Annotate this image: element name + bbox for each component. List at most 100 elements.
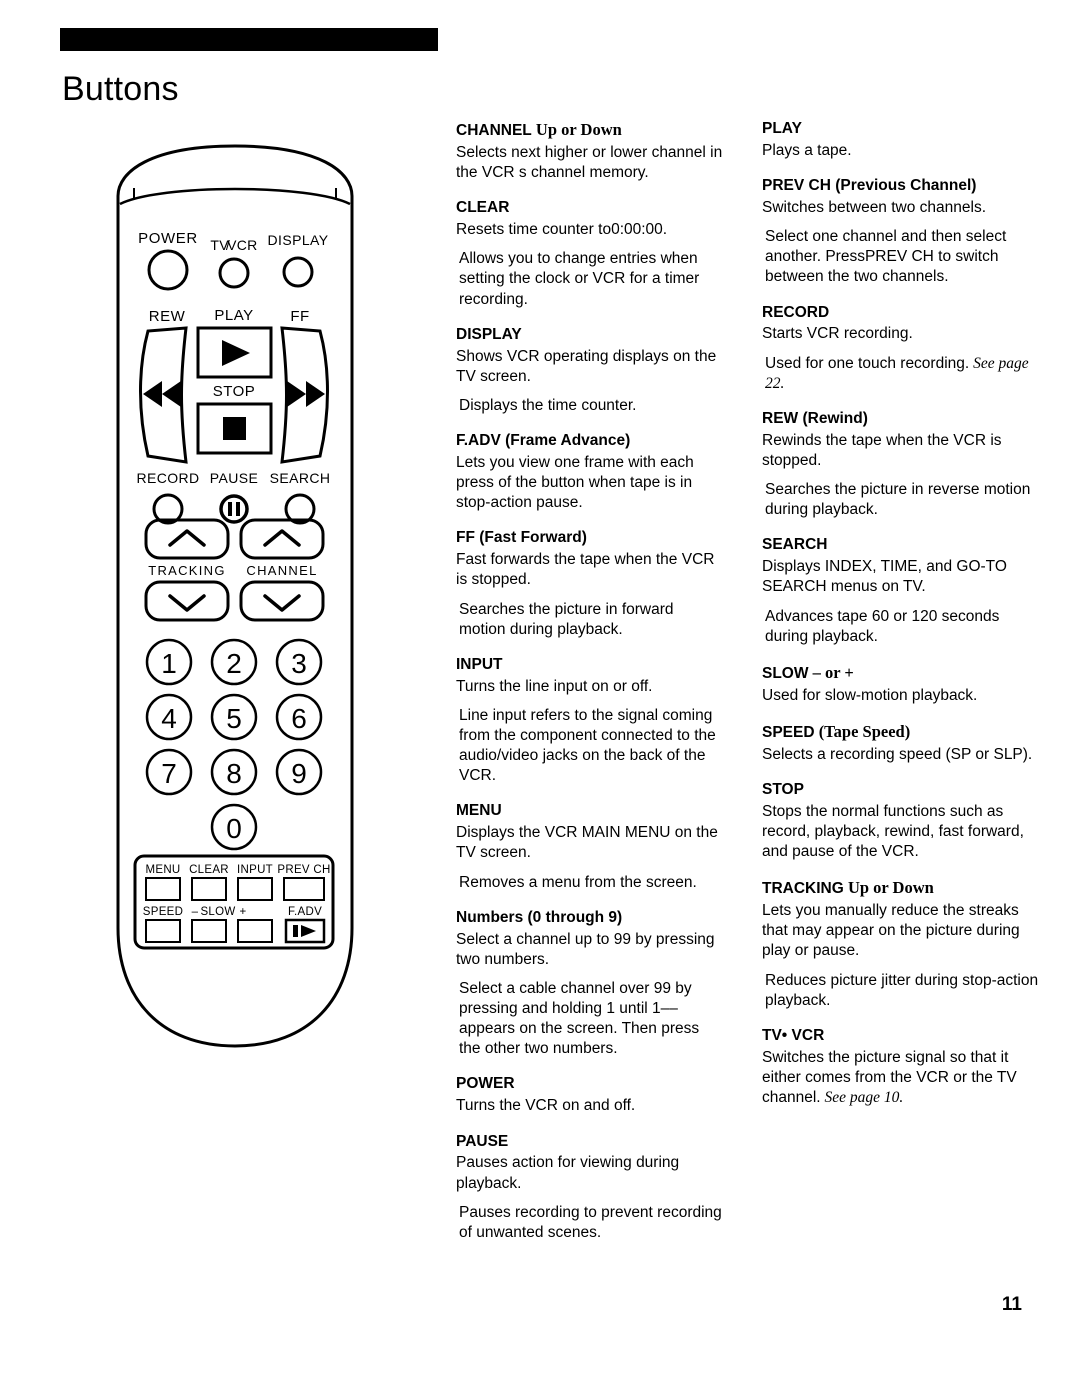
page-title: Buttons [62, 70, 179, 108]
chevron-down-icon-2 [263, 594, 301, 612]
heading-bold-part: TRACKING [762, 880, 844, 898]
button-description-heading: FF (Fast Forward) [456, 529, 724, 548]
button-description-paragraph: Used for one touch recording. See page 2… [762, 354, 1040, 394]
manual-page: Buttons POWER TV/VCR DISPLAY REW PLAY ST… [0, 0, 1080, 1397]
button-description-entry: FF (Fast Forward) Fast forwards the tape … [456, 529, 724, 639]
remote-key-label-6: 6 [291, 703, 307, 734]
remote-label-slow: – SLOW + [192, 906, 247, 918]
remote-button-display [282, 256, 314, 288]
paragraph-text: Displays INDEX, TIME, and GO-TO SEARCH m… [762, 558, 1007, 596]
paragraph-text: Advances tape 60 or 120 seconds during p… [765, 607, 1000, 645]
button-description-heading: PREV CH (Previous Channel) [762, 177, 1040, 196]
remote-key-label-1: 1 [161, 648, 177, 679]
button-description-heading: POWER [456, 1075, 724, 1094]
paragraph-text: Turns the line input on or off. [456, 677, 653, 695]
button-description-paragraph: Searches the picture in forward motion d… [456, 600, 724, 640]
button-description-paragraph: Switches between two channels. [762, 198, 1040, 218]
heading-bold-part: SLOW [762, 664, 809, 682]
heading-bold-part: STOP [762, 780, 804, 798]
remote-label-tvvcr: TV/VCR [210, 237, 257, 253]
remote-button-channel-up [239, 518, 325, 560]
button-description-entry: SPEED (Tape Speed) Selects a recording sp… [762, 722, 1040, 765]
heading-bold-part: SEARCH [762, 536, 828, 554]
button-description-paragraph: Allows you to change entries when settin… [456, 249, 724, 309]
remote-key-label-0: 0 [226, 813, 242, 844]
paragraph-text: Turns the VCR on and off. [456, 1097, 636, 1115]
paragraph-text: Plays a tape. [762, 141, 852, 159]
button-description-entry: TRACKING Up or Down Lets you manually red… [762, 878, 1040, 1011]
remote-button-tracking-down [144, 580, 230, 622]
button-description-entry: Numbers (0 through 9) Select a channel up… [456, 909, 724, 1060]
button-description-paragraph: Searches the picture in reverse motion d… [762, 480, 1040, 520]
remote-key-label-2: 2 [226, 648, 242, 679]
button-description-paragraph: Reduces picture jitter during stop-actio… [762, 971, 1040, 1011]
button-description-heading: SEARCH [762, 536, 1040, 555]
paragraph-text: Reduces picture jitter during stop-actio… [765, 971, 1039, 1009]
paragraph-text: Shows VCR operating displays on the TV s… [456, 347, 717, 385]
remote-button-input [237, 877, 273, 901]
button-description-entry: MENU Displays the VCR MAIN MENU on the TV… [456, 802, 724, 892]
button-description-entry: SEARCH Displays INDEX, TIME, and GO-TO SE… [762, 536, 1040, 646]
heading-bold-part: Numbers (0 through 9) [456, 908, 623, 926]
heading-bold-part: RECORD [762, 303, 830, 321]
heading-bold-part: FF (Fast Forward) [456, 529, 587, 547]
button-description-heading: SPEED (Tape Speed) [762, 722, 1040, 743]
paragraph-text: Searches the picture in forward motion d… [459, 600, 674, 638]
remote-button-tracking-up [144, 518, 230, 560]
paragraph-text: Line input refers to the signal coming f… [459, 706, 716, 785]
remote-label-input: INPUT [237, 864, 273, 876]
remote-key-label-3: 3 [291, 648, 307, 679]
button-description-entry: CLEAR Resets time counter to0:00:00. Allow… [456, 199, 724, 309]
heading-bold-part: PLAY [762, 120, 802, 137]
heading-bold-part: INPUT [456, 655, 503, 673]
paragraph-text: Selects next higher or lower channel in … [456, 143, 723, 182]
button-description-heading: PLAY [762, 120, 1040, 139]
rewind-icon-2 [162, 381, 181, 407]
button-description-heading: CLEAR [456, 199, 724, 218]
remote-button-prevch [283, 877, 325, 901]
frame-advance-icon-tri [301, 925, 316, 937]
paragraph-text: Lets you manually reduce the streaks tha… [762, 902, 1020, 960]
right-text-column: PLAY Plays a tape. PREV CH (Previous Chann… [762, 120, 1040, 1108]
button-description-paragraph: Rewinds the tape when the VCR is stopped… [762, 431, 1040, 471]
button-description-heading: DISPLAY [456, 326, 724, 345]
button-description-heading: CHANNEL Up or Down [456, 120, 724, 141]
button-description-entry: DISPLAY Shows VCR operating displays on t… [456, 326, 724, 416]
heading-bold-part: PREV CH (Previous Channel) [762, 177, 977, 195]
remote-button-slow-minus [191, 919, 227, 943]
remote-label-prevch: PREV CH [277, 864, 330, 876]
paragraph-text: Stops the normal functions such as recor… [762, 802, 1024, 861]
button-description-paragraph: Removes a menu from the screen. [456, 873, 724, 893]
button-description-paragraph: Displays the VCR MAIN MENU on the TV scr… [456, 823, 724, 863]
fast-forward-icon [287, 381, 306, 407]
button-description-paragraph: Switches the picture signal so that it e… [762, 1048, 1040, 1108]
remote-control-diagram: POWER TV/VCR DISPLAY REW PLAY STOP FF RE… [110, 138, 360, 1068]
button-description-heading: RECORD [762, 304, 1040, 323]
paragraph-text: Searches the picture in reverse motion d… [765, 481, 1031, 519]
paragraph-text: Switches between two channels. [762, 198, 987, 216]
chevron-up-icon [168, 529, 206, 547]
button-description-heading: MENU [456, 802, 724, 821]
remote-label-menu: MENU [145, 864, 180, 876]
remote-label-speed: SPEED [143, 906, 184, 918]
paragraph-text: Pauses action for viewing during playbac… [456, 1154, 680, 1192]
button-description-paragraph: Lets you manually reduce the streaks tha… [762, 901, 1040, 961]
paragraph-text: Displays the time counter. [459, 396, 637, 414]
remote-key-label-9: 9 [291, 758, 307, 789]
button-description-heading: SLOW – or + [762, 663, 1040, 684]
pause-icon-2 [236, 502, 240, 516]
button-description-paragraph: Select one channel and then select anoth… [762, 227, 1040, 287]
fast-forward-icon-2 [306, 381, 325, 407]
remote-button-slow-plus [237, 919, 273, 943]
remote-button-speed [145, 919, 181, 943]
remote-label-display: DISPLAY [268, 232, 329, 248]
button-description-heading: F.ADV (Frame Advance) [456, 432, 724, 451]
heading-bold-part: CLEAR [456, 199, 510, 217]
paragraph-text: Displays the VCR MAIN MENU on the TV scr… [456, 824, 718, 862]
rewind-icon [143, 381, 162, 407]
paragraph-text: Removes a menu from the screen. [459, 873, 697, 891]
button-description-paragraph: Displays the time counter. [456, 396, 724, 416]
button-description-entry: PLAY Plays a tape. [762, 120, 1040, 161]
remote-label-fadv: F.ADV [288, 906, 322, 918]
button-description-entry: POWER Turns the VCR on and off. [456, 1075, 724, 1116]
